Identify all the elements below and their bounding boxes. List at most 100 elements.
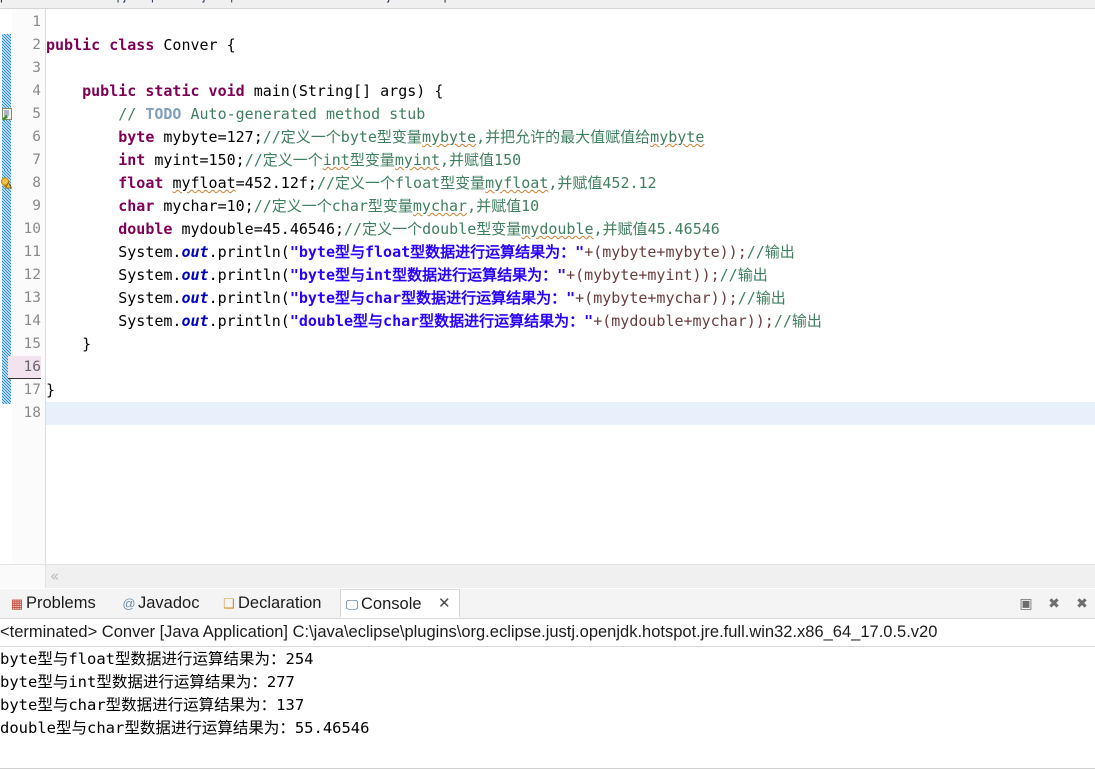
- code-line[interactable]: [46, 356, 55, 379]
- scroll-left-chevron-icon[interactable]: «: [50, 565, 59, 588]
- code-line[interactable]: System.out.println("byte型与float型数据进行运算结果…: [46, 241, 795, 264]
- code-token: =452.12f;: [235, 174, 317, 192]
- code-line[interactable]: char mychar=10;//定义一个char型变量mychar,并赋值10: [46, 195, 539, 218]
- code-token: ,并赋值150: [440, 151, 522, 169]
- editor-horizontal-scrollbar[interactable]: «: [0, 564, 1095, 588]
- code-token: Conver {: [154, 36, 236, 54]
- console-toolbar[interactable]: ▣ ✖ ✖: [1017, 589, 1091, 618]
- code-line[interactable]: [46, 11, 55, 34]
- code-token: mybyte=127;: [154, 128, 263, 146]
- console-icon: 🖵: [345, 597, 359, 612]
- code-token: ,并赋值45.46546: [593, 220, 720, 238]
- line-number: 8: [32, 175, 41, 191]
- tab-close-icon[interactable]: ✕: [438, 589, 451, 618]
- line-number: 6: [32, 129, 41, 145]
- code-token: //输出: [746, 243, 795, 261]
- line-number: 13: [23, 290, 41, 306]
- terminate-icon[interactable]: ▣: [1017, 595, 1035, 613]
- code-line-inner: [46, 402, 55, 425]
- code-token: //定义一个char型变量: [253, 197, 413, 215]
- code-line[interactable]: // TODO Auto-generated method stub: [46, 103, 425, 126]
- line-number: 18: [23, 405, 41, 421]
- tab-label: Declaration: [238, 594, 322, 612]
- code-line[interactable]: public class Conver {: [46, 34, 236, 57]
- code-line[interactable]: }: [46, 333, 91, 356]
- code-token: myint=150;: [145, 151, 245, 169]
- code-token: myfloat: [172, 174, 236, 192]
- code-token: TODO: [145, 105, 182, 123]
- code-token: //输出: [773, 312, 822, 330]
- code-line[interactable]: System.out.println("byte型与int型数据进行运算结果为：…: [46, 264, 768, 287]
- code-line[interactable]: float myfloat=452.12f;//定义一个float型变量myfl…: [46, 172, 656, 195]
- code-token: out: [181, 266, 209, 284]
- code-token: Auto-generated method stub: [181, 105, 426, 123]
- line-number: 17: [23, 382, 41, 398]
- code-token: "double型与char型数据进行运算结果为：": [289, 312, 594, 330]
- code-line[interactable]: System.out.println("byte型与char型数据进行运算结果为…: [46, 287, 786, 310]
- tab-javadoc[interactable]: @ Javadoc: [118, 589, 220, 618]
- remove-all-terminated-icon[interactable]: ✖: [1073, 595, 1091, 613]
- code-token: System.: [46, 266, 182, 284]
- code-token: .println(: [208, 289, 290, 307]
- console-output-area[interactable]: byte型与float型数据进行运算结果为：254 byte型与int型数据进行运…: [0, 647, 1095, 769]
- code-line[interactable]: byte mybyte=127;//定义一个byte型变量mybyte,并把允许…: [46, 126, 704, 149]
- declaration-icon: ❑: [223, 596, 235, 611]
- code-token: mychar: [412, 197, 468, 215]
- code-token: int: [118, 151, 146, 169]
- code-line[interactable]: System.out.println("double型与char型数据进行运算结…: [46, 310, 822, 333]
- console-view-panel: ▦ Problems @ Javadoc ❑ Declaration 🖵 Console ✕ ▣…: [0, 589, 1095, 769]
- line-number: 15: [23, 336, 41, 352]
- editor-tab-bar-ghost-text: public class Conver | java | Conver.java…: [0, 0, 490, 3]
- code-token: mydouble: [521, 220, 594, 238]
- console-output-line: double型与char型数据进行运算结果为：55.46546: [0, 719, 370, 737]
- line-number: 4: [32, 83, 41, 99]
- console-run-status-line: <terminated> Conver [Java Application] C…: [0, 619, 1095, 647]
- code-token: ,并赋值10: [467, 197, 540, 215]
- code-token: +(mybyte+myint));: [566, 266, 720, 284]
- code-text-area[interactable]: public class Conver { public static void…: [46, 9, 1095, 564]
- line-number: 10: [23, 221, 41, 237]
- code-token: System.: [46, 312, 182, 330]
- editor-tab-bar-sliver: public class Conver | java | Conver.java…: [0, 0, 1095, 9]
- code-token: +(mybyte+mybyte));: [584, 243, 747, 261]
- code-token: main(String[] args) {: [244, 82, 444, 100]
- code-token: .println(: [208, 312, 290, 330]
- remove-launch-icon[interactable]: ✖: [1045, 595, 1063, 613]
- javadoc-icon: @: [122, 596, 136, 611]
- code-token: mychar=10;: [154, 197, 254, 215]
- scrollbar-gutter-gap: [0, 565, 46, 588]
- code-token: +(mydouble+mychar));: [593, 312, 774, 330]
- code-token: //定义一个float型变量: [316, 174, 486, 192]
- code-line[interactable]: [46, 57, 55, 80]
- code-line[interactable]: [46, 402, 1095, 425]
- view-tab-strip[interactable]: ▦ Problems @ Javadoc ❑ Declaration 🖵 Console ✕: [0, 589, 1095, 619]
- problems-icon: ▦: [10, 596, 24, 611]
- eclipse-ide-window: public class Conver | java | Conver.java…: [0, 0, 1095, 769]
- code-line[interactable]: }: [46, 379, 55, 402]
- code-token: float: [118, 174, 164, 192]
- code-line[interactable]: public static void main(String[] args) {: [46, 80, 443, 103]
- console-output-line: byte型与float型数据进行运算结果为：254: [0, 650, 314, 668]
- line-number: 11: [23, 244, 41, 260]
- tab-problems[interactable]: ▦ Problems: [6, 589, 120, 618]
- console-output-line: byte型与char型数据进行运算结果为：137: [0, 696, 305, 714]
- tab-declaration[interactable]: ❑ Declaration: [218, 589, 350, 618]
- code-line[interactable]: int myint=150;//定义一个int型变量myint,并赋值150: [46, 149, 521, 172]
- line-number: 5: [32, 106, 41, 122]
- code-token: "byte型与int型数据进行运算结果为：": [289, 266, 567, 284]
- line-number: 2: [32, 37, 41, 53]
- code-line[interactable]: double mydouble=45.46546;//定义一个double型变量…: [46, 218, 720, 241]
- line-number-gutter[interactable]: 1234⊖56789101112131415161718: [8, 9, 55, 564]
- tab-label: Javadoc: [138, 594, 200, 612]
- code-token: //输出: [719, 266, 768, 284]
- code-token: out: [181, 289, 209, 307]
- console-output-line: byte型与int型数据进行运算结果为：277: [0, 673, 295, 691]
- java-source-editor[interactable]: 1234⊖56789101112131415161718 public clas…: [0, 9, 1095, 564]
- code-token: mybyte: [421, 128, 477, 146]
- code-token: myint: [394, 151, 441, 169]
